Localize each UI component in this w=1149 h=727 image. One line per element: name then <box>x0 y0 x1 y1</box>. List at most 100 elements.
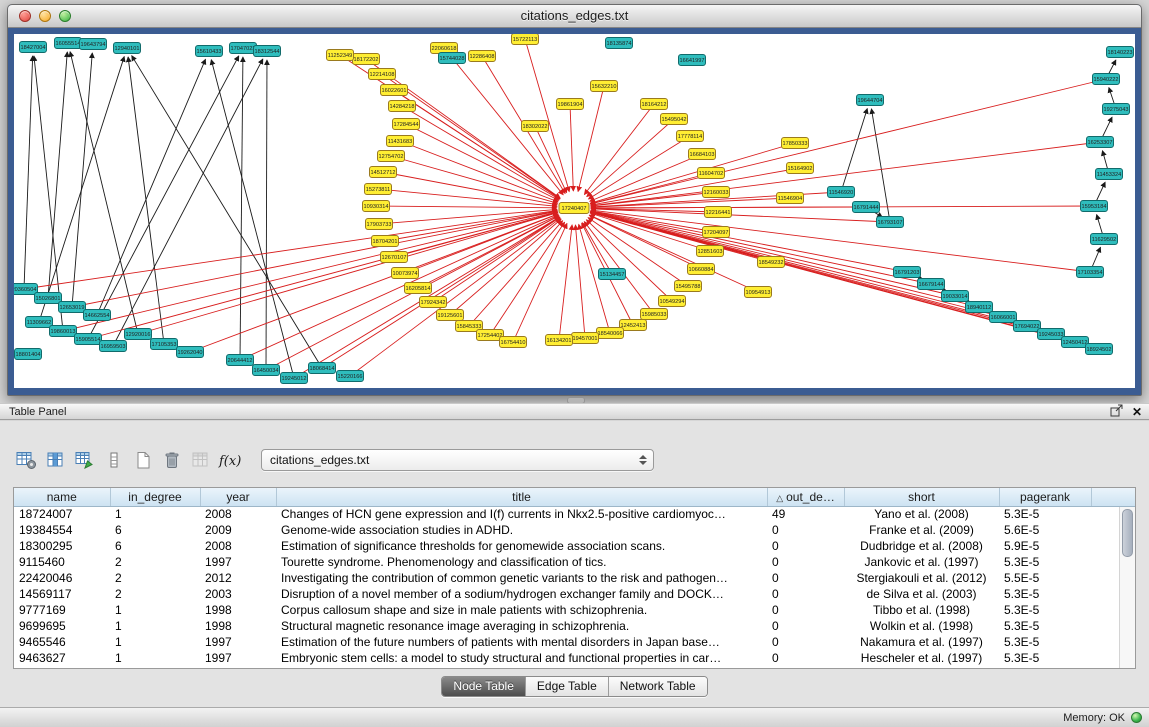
graph-node[interactable]: 16253307 <box>1087 137 1114 148</box>
graph-node[interactable]: 19861904 <box>557 99 584 110</box>
graph-node[interactable]: 16679144 <box>918 279 945 290</box>
graph-node[interactable]: 17284544 <box>393 119 420 130</box>
graph-node[interactable]: 16066001 <box>990 312 1017 323</box>
graph-node[interactable]: 15495788 <box>675 281 702 292</box>
graph-node[interactable]: 14512712 <box>370 167 397 178</box>
graph-node[interactable]: 16205814 <box>405 283 432 294</box>
column-header-name[interactable]: name <box>14 488 110 506</box>
graph-node[interactable]: 15744028 <box>439 53 466 64</box>
table-settings-icon[interactable] <box>13 447 40 474</box>
graph-node[interactable]: 18924502 <box>1086 344 1113 355</box>
table-row[interactable]: 911546021997Tourette syndrome. Phenomeno… <box>14 554 1135 570</box>
graph-node[interactable]: 16959503 <box>100 341 127 352</box>
graph-node[interactable]: 19262040 <box>177 347 204 358</box>
graph-node[interactable]: 11546920 <box>828 187 855 198</box>
graph-node[interactable]: 11252349 <box>327 50 354 61</box>
graph-node[interactable]: 18164212 <box>641 99 668 110</box>
graph-node[interactable]: 10930314 <box>363 201 390 212</box>
zoom-window-button[interactable] <box>59 10 71 22</box>
delete-table-icon[interactable] <box>158 447 185 474</box>
table-row[interactable]: 1830029562008Estimation of significance … <box>14 538 1135 554</box>
graph-node[interactable]: 16793107 <box>877 217 904 228</box>
tab-node-table[interactable]: Node Table <box>442 677 525 696</box>
graph-node[interactable]: 14662554 <box>84 310 111 321</box>
table-row[interactable]: 969969511998Structural magnetic resonanc… <box>14 618 1135 634</box>
minimize-window-button[interactable] <box>39 10 51 22</box>
graph-node[interactable]: 15940222 <box>1093 74 1120 85</box>
table-row[interactable]: 1872400712008Changes of HCN gene express… <box>14 506 1135 522</box>
graph-node[interactable]: 10549294 <box>659 296 686 307</box>
graph-node[interactable]: 17103354 <box>1077 267 1104 278</box>
panel-splitter[interactable] <box>0 396 1149 403</box>
function-builder-icon[interactable]: f(x) <box>216 447 243 474</box>
graph-node[interactable]: 18549232 <box>758 257 785 268</box>
graph-node[interactable]: 10073974 <box>392 268 419 279</box>
modify-columns-icon[interactable] <box>71 447 98 474</box>
graph-node[interactable]: 19860013 <box>50 326 77 337</box>
graph-node[interactable]: 16791203 <box>894 267 921 278</box>
graph-node[interactable]: 18140223 <box>1107 47 1134 58</box>
graph-node[interactable]: 15985033 <box>641 309 668 320</box>
graph-node[interactable]: 12851603 <box>697 246 724 257</box>
graph-node[interactable]: 17903733 <box>366 219 393 230</box>
graph-node[interactable]: 11453324 <box>1096 169 1123 180</box>
graph-node[interactable]: 19644704 <box>857 95 884 106</box>
close-window-button[interactable] <box>19 10 31 22</box>
graph-node[interactable]: 15610433 <box>196 46 223 57</box>
graph-node[interactable]: 11546904 <box>777 193 804 204</box>
table-row[interactable]: 1938455462009Genome-wide association stu… <box>14 522 1135 538</box>
graph-node[interactable]: 15164902 <box>787 163 814 174</box>
column-header-out_de[interactable]: △out_de… <box>767 488 844 506</box>
graph-node[interactable]: 17924342 <box>420 297 447 308</box>
graph-node[interactable]: 12216441 <box>705 207 732 218</box>
graph-node[interactable]: 16450034 <box>253 365 280 376</box>
graph-node[interactable]: 18540066 <box>597 328 624 339</box>
graph-node[interactable]: 15953184 <box>1081 201 1108 212</box>
graph-node[interactable]: 18312544 <box>254 46 281 57</box>
graph-node[interactable]: 19245033 <box>1038 329 1065 340</box>
graph-node[interactable]: 15632210 <box>591 81 618 92</box>
tab-network-table[interactable]: Network Table <box>608 677 707 696</box>
graph-node[interactable]: 15905514 <box>75 334 102 345</box>
graph-node[interactable]: 22060618 <box>431 43 458 54</box>
graph-node[interactable]: 15134457 <box>599 269 626 280</box>
graph-node[interactable]: 12754702 <box>378 151 405 162</box>
graph-node[interactable]: 16791444 <box>853 202 880 213</box>
graph-node[interactable]: 18135874 <box>606 38 633 49</box>
graph-node[interactable]: 16055514 <box>55 38 82 49</box>
graph-node[interactable]: 18302022 <box>522 121 549 132</box>
graph-node[interactable]: 17105353 <box>151 339 178 350</box>
graph-node[interactable]: 14284218 <box>389 101 416 112</box>
float-panel-icon[interactable] <box>1110 404 1123 422</box>
graph-node[interactable]: 11629502 <box>1091 234 1118 245</box>
graph-node[interactable]: 19275043 <box>1103 104 1130 115</box>
table-row[interactable]: 977716911998Corpus callosum shape and si… <box>14 602 1135 618</box>
graph-node[interactable]: 17694022 <box>1014 321 1041 332</box>
graph-node[interactable]: 18068414 <box>309 363 336 374</box>
graph-node[interactable]: 11309662 <box>26 317 53 328</box>
network-canvas[interactable]: 1724040718172202122141081602260114284218… <box>14 34 1135 388</box>
graph-node[interactable]: 18427004 <box>20 42 47 53</box>
graph-node[interactable]: 15495042 <box>661 114 688 125</box>
graph-node[interactable]: 11431683 <box>387 136 414 147</box>
graph-node[interactable]: 16641997 <box>679 55 706 66</box>
graph-node[interactable]: 17047022 <box>230 43 257 54</box>
graph-node[interactable]: 19245012 <box>281 373 308 384</box>
graph-node[interactable]: 15722113 <box>512 34 539 45</box>
graph-node[interactable]: 18940112 <box>966 302 993 313</box>
graph-node[interactable]: 15026801 <box>35 293 62 304</box>
graph-node[interactable]: 16754410 <box>500 337 527 348</box>
graph-hub-node[interactable]: 17240407 <box>559 203 589 214</box>
graph-node[interactable]: 10954913 <box>745 287 772 298</box>
graph-node[interactable]: 19643794 <box>80 39 107 50</box>
table-scrollbar[interactable] <box>1119 507 1135 668</box>
table-row[interactable]: 946554611997Estimation of the future num… <box>14 634 1135 650</box>
create-table-icon[interactable] <box>129 447 156 474</box>
graph-node[interactable]: 12670107 <box>381 252 408 263</box>
column-header-pagerank[interactable]: pagerank <box>999 488 1091 506</box>
tab-edge-table[interactable]: Edge Table <box>525 677 608 696</box>
row-height-icon[interactable] <box>100 447 127 474</box>
graph-node[interactable]: 12940101 <box>114 43 141 54</box>
column-header-year[interactable]: year <box>200 488 276 506</box>
graph-node[interactable]: 17778114 <box>677 131 704 142</box>
